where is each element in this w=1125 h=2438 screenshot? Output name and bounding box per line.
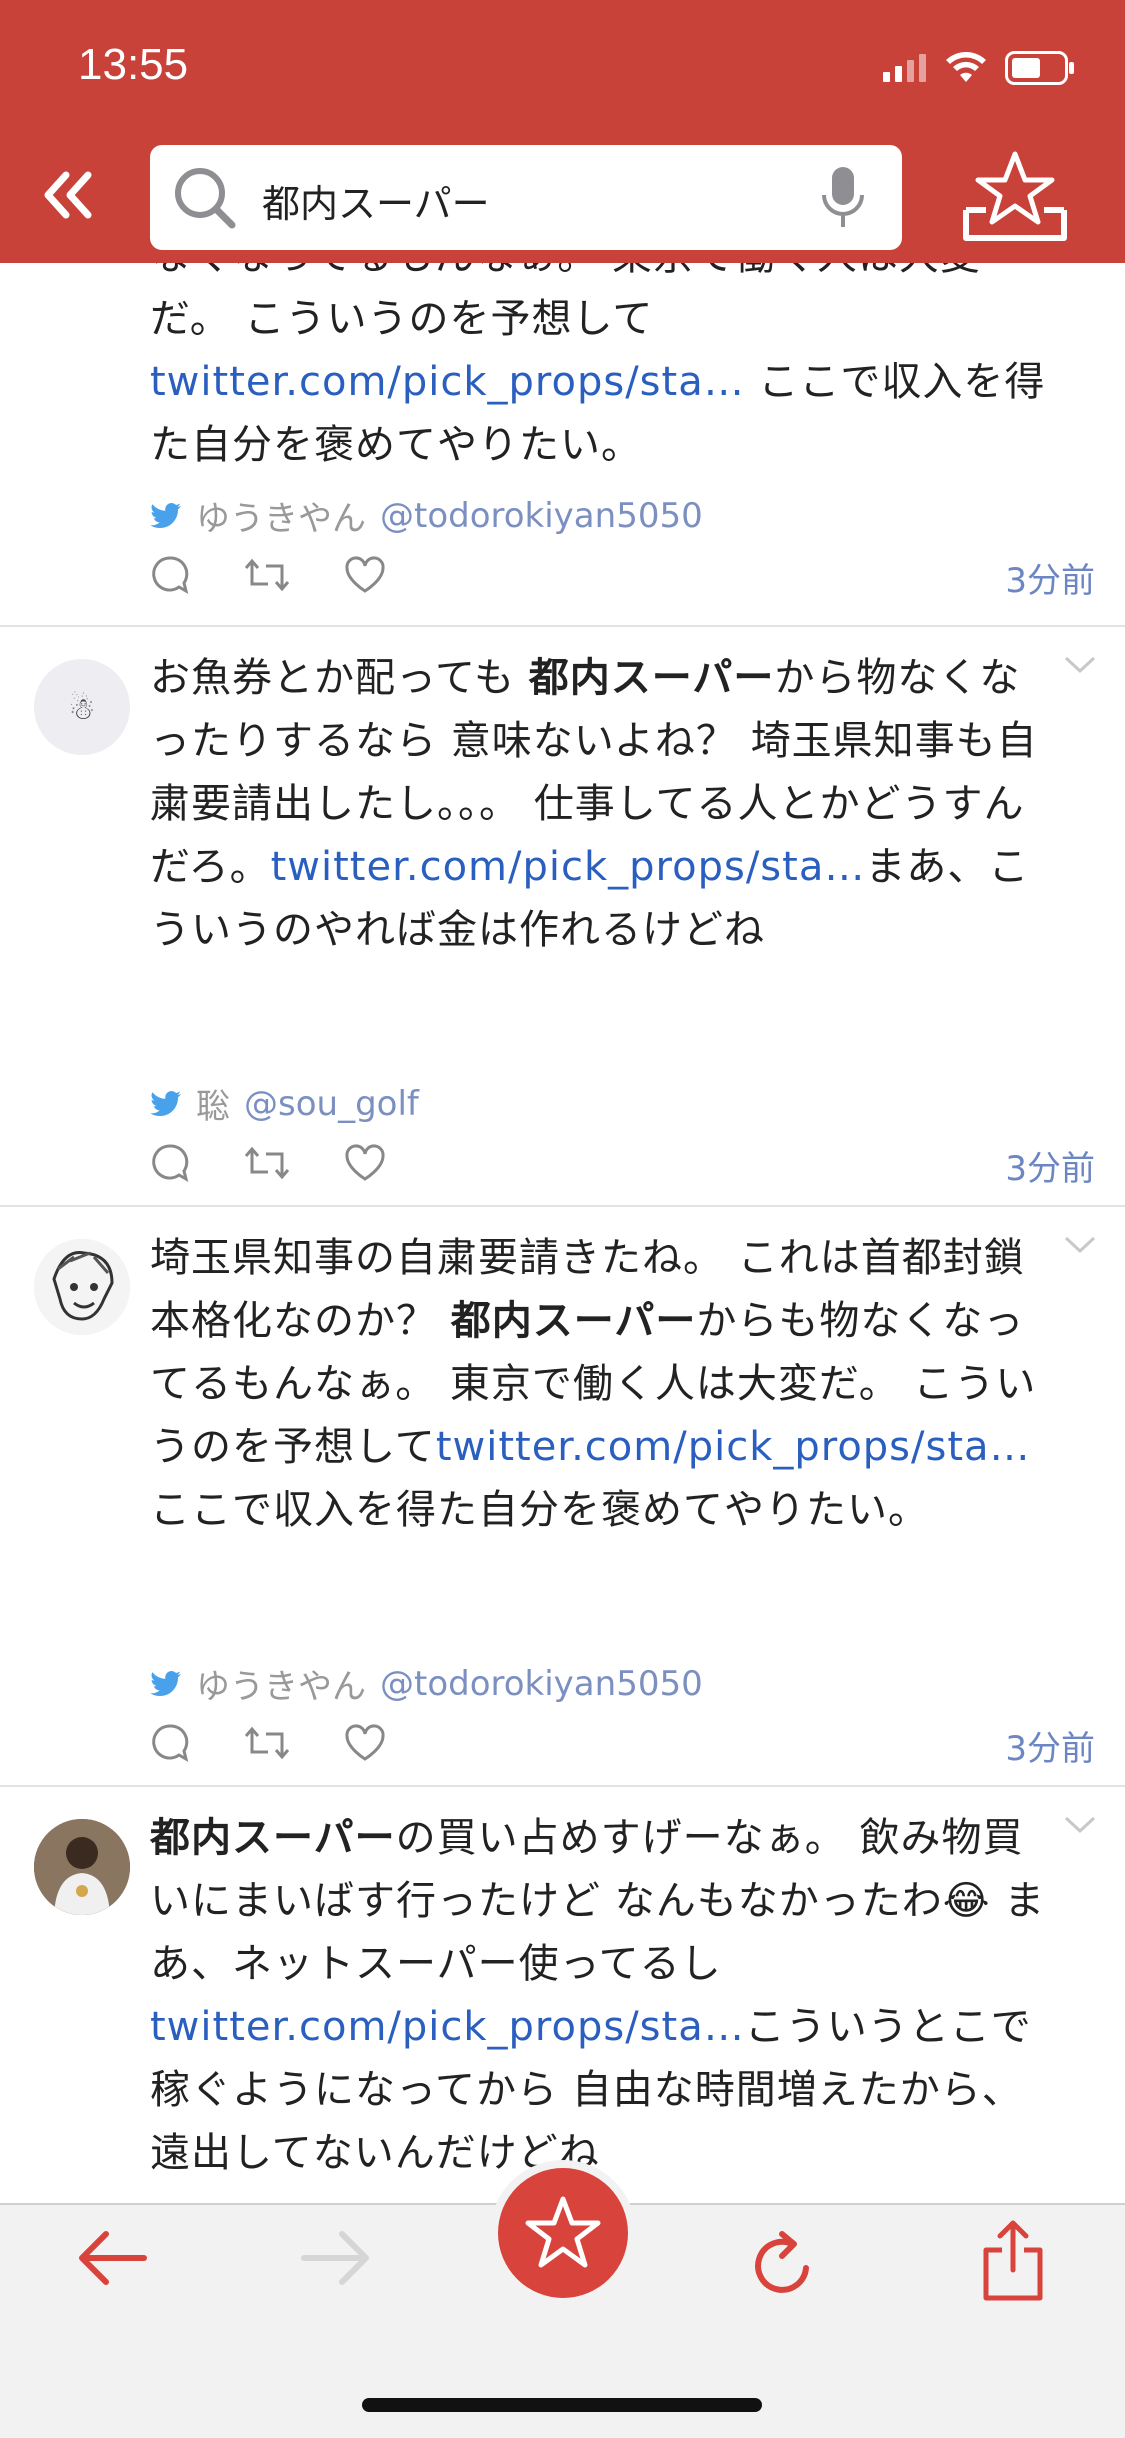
tweet-item[interactable]: なくなってるもんなぁ。 東京で働く人は大変だ。 こういうのを予想してtwitte… <box>0 263 1125 627</box>
retweet-icon[interactable] <box>244 1146 290 1180</box>
chevron-down-icon[interactable] <box>1063 1235 1097 1255</box>
reply-icon[interactable] <box>150 1723 190 1763</box>
tweet-link[interactable]: twitter.com/pick_props/sta… <box>150 2004 745 2050</box>
wifi-icon <box>946 52 986 82</box>
keyword-highlight: 都内スーパー <box>528 655 775 701</box>
home-indicator <box>362 2398 762 2412</box>
search-query: 都内スーパー <box>262 182 490 226</box>
like-heart-icon[interactable] <box>344 1144 386 1182</box>
tweet-item[interactable]: 都内スーパーの買い占めすげーなぁ。 飲み物買いにまいばす行ったけど なんもなかっ… <box>0 1785 1125 2203</box>
chevron-down-icon[interactable] <box>1063 1815 1097 1835</box>
battery-icon <box>1005 51 1074 85</box>
author-handle[interactable]: @sou_golf <box>244 1084 419 1124</box>
tweet-actions <box>150 555 386 595</box>
author-name: 聡 <box>196 1087 230 1127</box>
status-icons <box>883 48 1075 88</box>
microphone-icon[interactable] <box>820 165 866 231</box>
tweet-item[interactable]: ☃ お魚券とか配っても 都内スーパーから物なくなったりするなら 意味ないよね？ … <box>0 625 1125 1207</box>
tweet-feed[interactable]: なくなってるもんなぁ。 東京で働く人は大変だ。 こういうのを予想してtwitte… <box>0 263 1125 2203</box>
keyword-highlight: 都内スーパー <box>450 1298 697 1344</box>
keyword-highlight: 都内スーパー <box>150 1815 396 1861</box>
tweet-time: 3分前 <box>1005 561 1095 601</box>
twitter-bird-icon <box>150 1670 181 1696</box>
tweet-text: なくなってるもんなぁ。 東京で働く人は大変だ。 こういうのを予想してtwitte… <box>150 263 1046 468</box>
cellular-signal-icon <box>883 54 926 82</box>
share-icon[interactable] <box>980 2218 1046 2304</box>
tweet-actions <box>150 1723 386 1763</box>
double-chevron-left-icon <box>44 171 92 219</box>
tweet-author[interactable]: 聡 @sou_golf <box>150 1079 419 1128</box>
like-heart-icon[interactable] <box>344 1724 386 1762</box>
avatar-image <box>34 1239 130 1335</box>
tweet-time: 3分前 <box>1005 1149 1095 1189</box>
avatar[interactable] <box>34 1239 130 1335</box>
retweet-icon[interactable] <box>244 558 290 592</box>
author-name: ゆうきやん <box>196 499 366 539</box>
tweet-time: 3分前 <box>1005 1729 1095 1769</box>
tweet-text: お魚券とか配っても 都内スーパーから物なくなったりするなら 意味ないよね？ 埼玉… <box>150 655 1038 953</box>
avatar[interactable] <box>34 1819 130 1915</box>
reply-icon[interactable] <box>150 1143 190 1183</box>
reply-icon[interactable] <box>150 555 190 595</box>
save-search-button[interactable] <box>960 148 1070 252</box>
tweet-author[interactable]: ゆうきやん @todorokiyan5050 <box>150 1659 703 1708</box>
chevron-down-icon[interactable] <box>1063 655 1097 675</box>
tweet-item[interactable]: 埼玉県知事の自粛要請きたね。 これは首都封鎖本格化なのか？ 都内スーパーからも物… <box>0 1205 1125 1787</box>
author-handle[interactable]: @todorokiyan5050 <box>380 1664 703 1704</box>
twitter-bird-icon <box>150 1090 181 1116</box>
avatar-image <box>34 1819 130 1915</box>
back-arrow-icon[interactable] <box>76 2228 148 2288</box>
reload-icon[interactable] <box>752 2228 818 2298</box>
star-icon <box>525 2196 601 2268</box>
star-tray-icon <box>963 151 1067 241</box>
forward-arrow-icon[interactable] <box>300 2228 372 2288</box>
avatar-image: ☃ <box>34 659 130 755</box>
favorite-fab-button[interactable] <box>498 2168 628 2298</box>
twitter-bird-icon <box>150 502 181 528</box>
back-double-chevron-button[interactable] <box>38 165 108 225</box>
status-time: 13:55 <box>78 40 189 89</box>
tweet-actions <box>150 1143 386 1183</box>
tweet-text: 埼玉県知事の自粛要請きたね。 これは首都封鎖本格化なのか？ 都内スーパーからも物… <box>150 1235 1037 1533</box>
tweet-link[interactable]: twitter.com/pick_props/sta… <box>436 1424 1031 1470</box>
tweet-text: 都内スーパーの買い占めすげーなぁ。 飲み物買いにまいばす行ったけど なんもなかっ… <box>150 1815 1046 2176</box>
avatar[interactable]: ☃ <box>34 659 130 755</box>
retweet-icon[interactable] <box>244 1726 290 1760</box>
author-name: ゆうきやん <box>196 1667 366 1707</box>
tweet-link[interactable]: twitter.com/pick_props/sta… <box>150 359 745 405</box>
author-handle[interactable]: @todorokiyan5050 <box>380 496 703 536</box>
like-heart-icon[interactable] <box>344 556 386 594</box>
search-icon <box>175 168 236 229</box>
search-input[interactable]: 都内スーパー <box>150 145 902 250</box>
svg-text:☃: ☃ <box>69 691 96 727</box>
tweet-link[interactable]: twitter.com/pick_props/sta… <box>271 844 866 890</box>
tweet-author[interactable]: ゆうきやん @todorokiyan5050 <box>150 491 703 540</box>
app-header: 13:55 都内スーパー <box>0 0 1125 263</box>
